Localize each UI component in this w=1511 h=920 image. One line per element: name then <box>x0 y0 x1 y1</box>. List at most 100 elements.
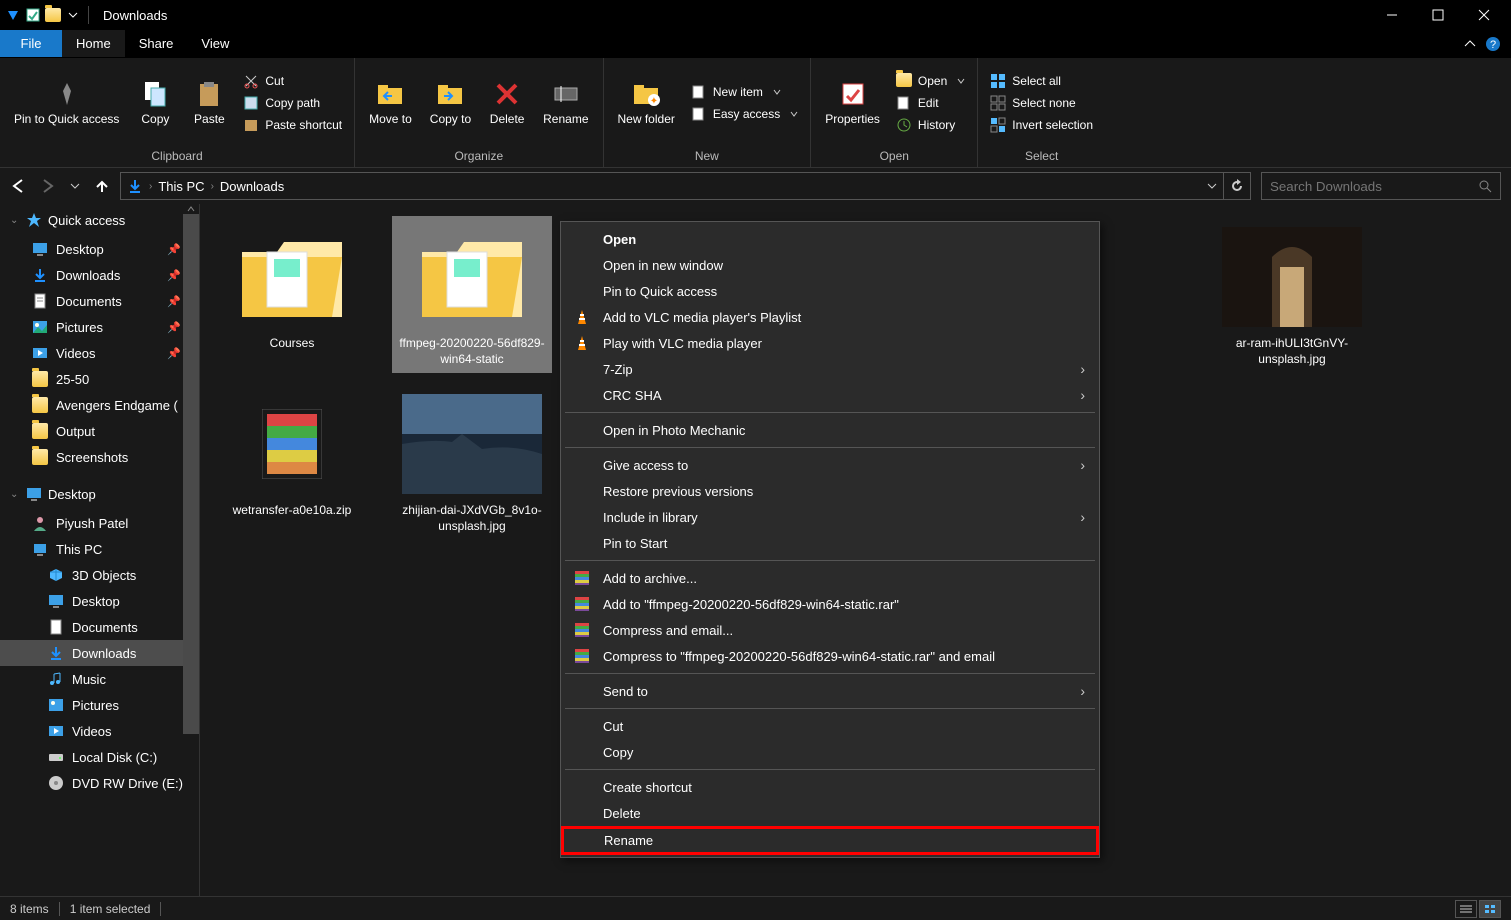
file-item[interactable]: zhijian-dai-JXdVGb_8v1o-unsplash.jpg <box>392 383 552 540</box>
context-menu-item[interactable]: Create shortcut <box>563 774 1097 800</box>
sidebar-scrollbar[interactable] <box>183 204 199 896</box>
home-tab[interactable]: Home <box>62 30 125 57</box>
context-menu-item[interactable]: Rename <box>561 826 1099 855</box>
delete-button[interactable]: Delete <box>483 74 531 130</box>
thumbnails-view-button[interactable] <box>1479 900 1501 918</box>
invert-selection-button[interactable]: Invert selection <box>986 115 1097 135</box>
context-menu-item[interactable]: Send to› <box>563 678 1097 704</box>
context-menu-item[interactable]: Give access to› <box>563 452 1097 478</box>
sidebar-item[interactable]: Downloads📌 <box>0 262 199 288</box>
file-item[interactable]: ffmpeg-20200220-56df829-win64-static <box>392 216 552 373</box>
context-menu-item[interactable]: Play with VLC media player <box>563 330 1097 356</box>
rar-icon <box>573 621 591 639</box>
context-menu-item[interactable]: Compress to "ffmpeg-20200220-56df829-win… <box>563 643 1097 669</box>
context-menu-item[interactable]: Compress and email... <box>563 617 1097 643</box>
sidebar-item[interactable]: Screenshots <box>0 444 199 470</box>
sidebar-item[interactable]: This PC <box>0 536 199 562</box>
breadcrumb[interactable]: › This PC › Downloads <box>120 172 1224 200</box>
breadcrumb-loc[interactable]: Downloads <box>220 179 284 194</box>
context-menu-item[interactable]: Open <box>563 226 1097 252</box>
properties-button[interactable]: Properties <box>819 74 886 130</box>
copy-to-button[interactable]: Copy to <box>424 74 477 130</box>
minimize-button[interactable] <box>1369 0 1415 30</box>
forward-button[interactable] <box>40 178 56 194</box>
open-button[interactable]: Open <box>892 71 969 91</box>
sidebar-item[interactable]: Desktop <box>0 588 199 614</box>
select-none-button[interactable]: Select none <box>986 93 1097 113</box>
item-icon <box>48 619 64 635</box>
new-item-button[interactable]: New item <box>687 82 802 102</box>
sidebar-item[interactable]: Output <box>0 418 199 444</box>
properties-icon[interactable] <box>24 6 42 24</box>
refresh-button[interactable] <box>1223 172 1251 200</box>
sidebar-item[interactable]: Pictures <box>0 692 199 718</box>
new-folder-button[interactable]: ✦New folder <box>612 74 681 130</box>
sidebar-item[interactable]: Videos📌 <box>0 340 199 366</box>
file-item[interactable]: Courses <box>212 216 372 373</box>
context-menu-item[interactable]: Delete <box>563 800 1097 826</box>
sidebar-item[interactable]: Documents <box>0 614 199 640</box>
search-input[interactable] <box>1270 179 1478 194</box>
edit-button[interactable]: Edit <box>892 93 969 113</box>
view-tab[interactable]: View <box>187 30 243 57</box>
sidebar-item[interactable]: Piyush Patel <box>0 510 199 536</box>
context-menu-item[interactable]: Open in Photo Mechanic <box>563 417 1097 443</box>
sidebar-item[interactable]: Documents📌 <box>0 288 199 314</box>
rename-button[interactable]: Rename <box>537 74 594 130</box>
share-tab[interactable]: Share <box>125 30 188 57</box>
move-to-button[interactable]: Move to <box>363 74 418 130</box>
history-button[interactable]: History <box>892 115 969 135</box>
folder-icon[interactable] <box>44 6 62 24</box>
sidebar-item[interactable]: DVD RW Drive (E:) <box>0 770 199 796</box>
context-menu-item[interactable]: Pin to Start <box>563 530 1097 556</box>
context-menu-item[interactable]: Copy <box>563 739 1097 765</box>
context-menu-item[interactable]: CRC SHA› <box>563 382 1097 408</box>
context-menu-item[interactable]: Add to archive... <box>563 565 1097 591</box>
context-menu-label: Give access to <box>603 458 688 473</box>
context-menu-item[interactable]: Add to VLC media player's Playlist <box>563 304 1097 330</box>
sidebar-item[interactable]: Local Disk (C:) <box>0 744 199 770</box>
cut-button[interactable]: Cut <box>239 71 346 91</box>
breadcrumb-pc[interactable]: This PC <box>158 179 204 194</box>
details-view-button[interactable] <box>1455 900 1477 918</box>
qat-dropdown-icon[interactable] <box>64 6 82 24</box>
sidebar-item[interactable]: Downloads <box>0 640 199 666</box>
sidebar-item[interactable]: Videos <box>0 718 199 744</box>
file-tab[interactable]: File <box>0 30 62 57</box>
select-all-button[interactable]: Select all <box>986 71 1097 91</box>
help-icon[interactable]: ? <box>1485 36 1501 52</box>
context-menu-item[interactable]: Pin to Quick access <box>563 278 1097 304</box>
search-box[interactable] <box>1261 172 1501 200</box>
sidebar-item[interactable]: Desktop📌 <box>0 236 199 262</box>
paste-shortcut-button[interactable]: Paste shortcut <box>239 115 346 135</box>
down-arrow-icon[interactable] <box>4 6 22 24</box>
close-button[interactable] <box>1461 0 1507 30</box>
context-menu-item[interactable]: Restore previous versions <box>563 478 1097 504</box>
sidebar-item[interactable]: 3D Objects <box>0 562 199 588</box>
back-button[interactable] <box>10 178 26 194</box>
easy-access-button[interactable]: Easy access <box>687 104 802 124</box>
maximize-button[interactable] <box>1415 0 1461 30</box>
context-menu-item[interactable]: Open in new window <box>563 252 1097 278</box>
rar-icon <box>573 647 591 665</box>
sidebar-item[interactable]: Pictures📌 <box>0 314 199 340</box>
copy-path-button[interactable]: Copy path <box>239 93 346 113</box>
ribbon-collapse-icon[interactable] <box>1463 37 1477 51</box>
copy-button[interactable]: Copy <box>131 74 179 130</box>
context-menu-item[interactable]: 7-Zip› <box>563 356 1097 382</box>
address-dropdown-icon[interactable] <box>1207 181 1217 191</box>
file-item[interactable]: ar-ram-ihULI3tGnVY-unsplash.jpg <box>1212 216 1372 373</box>
up-button[interactable] <box>94 178 110 194</box>
paste-button[interactable]: Paste <box>185 74 233 130</box>
recent-dropdown[interactable] <box>70 181 80 191</box>
sidebar-item[interactable]: Music <box>0 666 199 692</box>
pin-quick-access-button[interactable]: Pin to Quick access <box>8 74 125 130</box>
context-menu-item[interactable]: Cut <box>563 713 1097 739</box>
quick-access-header[interactable]: ⌄ Quick access <box>0 204 199 236</box>
sidebar-item[interactable]: 25-50 <box>0 366 199 392</box>
desktop-header[interactable]: ⌄ Desktop <box>0 478 199 510</box>
file-item[interactable]: wetransfer-a0e10a.zip <box>212 383 372 540</box>
sidebar-item[interactable]: Avengers Endgame ( <box>0 392 199 418</box>
context-menu-item[interactable]: Add to "ffmpeg-20200220-56df829-win64-st… <box>563 591 1097 617</box>
context-menu-item[interactable]: Include in library› <box>563 504 1097 530</box>
